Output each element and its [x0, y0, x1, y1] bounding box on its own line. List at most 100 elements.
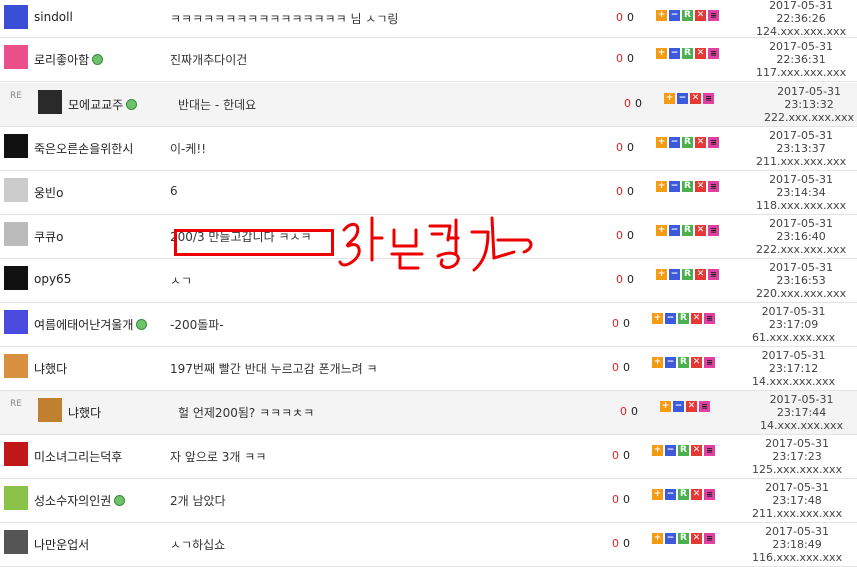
report-button[interactable]: ≡: [708, 137, 719, 148]
reply-button[interactable]: R: [678, 313, 689, 324]
reply-button[interactable]: R: [678, 489, 689, 500]
recommend-button[interactable]: +: [656, 137, 667, 148]
avatar[interactable]: [4, 310, 28, 334]
avatar[interactable]: [4, 486, 28, 510]
nickname[interactable]: opy65: [34, 272, 71, 286]
avatar[interactable]: [4, 134, 28, 158]
nickname-text[interactable]: 죽은오른손을위한시: [34, 140, 133, 157]
report-button[interactable]: ≡: [708, 48, 719, 59]
oppose-button[interactable]: −: [673, 401, 684, 412]
avatar[interactable]: [4, 5, 28, 29]
report-button[interactable]: ≡: [708, 181, 719, 192]
nickname-text[interactable]: sindoll: [34, 10, 73, 24]
oppose-button[interactable]: −: [677, 93, 688, 104]
report-button[interactable]: ≡: [704, 313, 715, 324]
recommend-button[interactable]: +: [652, 445, 663, 456]
nickname[interactable]: 성소수자의인권: [34, 492, 126, 509]
recommend-button[interactable]: +: [656, 181, 667, 192]
report-button[interactable]: ≡: [703, 93, 714, 104]
recommend-button[interactable]: +: [664, 93, 675, 104]
nickname-text[interactable]: 모에교교주: [68, 96, 123, 113]
nickname[interactable]: 죽은오른손을위한시: [34, 140, 133, 157]
recommend-button[interactable]: +: [652, 357, 663, 368]
nickname[interactable]: 미소녀그리는덕후: [34, 448, 122, 465]
reply-button[interactable]: R: [682, 181, 693, 192]
avatar[interactable]: [4, 442, 28, 466]
oppose-button[interactable]: −: [665, 445, 676, 456]
nickname[interactable]: 나만운업서: [34, 536, 89, 553]
recommend-button[interactable]: +: [656, 10, 667, 21]
avatar[interactable]: [4, 222, 28, 246]
delete-button[interactable]: ✕: [691, 357, 702, 368]
reply-button[interactable]: R: [682, 269, 693, 280]
report-button[interactable]: ≡: [704, 357, 715, 368]
nickname-text[interactable]: 성소수자의인권: [34, 492, 111, 509]
report-button[interactable]: ≡: [699, 401, 710, 412]
nickname[interactable]: 냐했다: [34, 360, 67, 377]
nickname-text[interactable]: opy65: [34, 272, 71, 286]
avatar[interactable]: [38, 398, 62, 422]
oppose-button[interactable]: −: [669, 48, 680, 59]
avatar[interactable]: [4, 266, 28, 290]
nickname-text[interactable]: 웅빈o: [34, 184, 63, 201]
delete-button[interactable]: ✕: [691, 533, 702, 544]
delete-button[interactable]: ✕: [695, 269, 706, 280]
avatar[interactable]: [4, 530, 28, 554]
avatar[interactable]: [4, 354, 28, 378]
report-button[interactable]: ≡: [704, 445, 715, 456]
oppose-button[interactable]: −: [669, 10, 680, 21]
nickname[interactable]: 냐했다: [68, 404, 101, 421]
oppose-button[interactable]: −: [669, 269, 680, 280]
nickname-text[interactable]: 미소녀그리는덕후: [34, 448, 122, 465]
delete-button[interactable]: ✕: [695, 181, 706, 192]
nickname[interactable]: 로리좋아함: [34, 51, 104, 68]
delete-button[interactable]: ✕: [695, 225, 706, 236]
recommend-button[interactable]: +: [656, 225, 667, 236]
nickname-text[interactable]: 냐했다: [68, 404, 101, 421]
reply-button[interactable]: R: [682, 48, 693, 59]
reply-button[interactable]: R: [678, 357, 689, 368]
reply-button[interactable]: R: [682, 10, 693, 21]
report-button[interactable]: ≡: [704, 489, 715, 500]
avatar[interactable]: [4, 178, 28, 202]
report-button[interactable]: ≡: [708, 10, 719, 21]
nickname[interactable]: sindoll: [34, 10, 73, 24]
delete-button[interactable]: ✕: [695, 48, 706, 59]
recommend-button[interactable]: +: [652, 489, 663, 500]
oppose-button[interactable]: −: [665, 533, 676, 544]
nickname[interactable]: 쿠큐o: [34, 228, 63, 245]
recommend-button[interactable]: +: [652, 313, 663, 324]
oppose-button[interactable]: −: [669, 137, 680, 148]
nickname-text[interactable]: 쿠큐o: [34, 228, 63, 245]
delete-button[interactable]: ✕: [686, 401, 697, 412]
reply-button[interactable]: R: [678, 533, 689, 544]
reply-button[interactable]: R: [678, 445, 689, 456]
oppose-button[interactable]: −: [665, 489, 676, 500]
nickname-text[interactable]: 냐했다: [34, 360, 67, 377]
delete-button[interactable]: ✕: [695, 137, 706, 148]
nickname-text[interactable]: 로리좋아함: [34, 51, 89, 68]
nickname[interactable]: 모에교교주: [68, 96, 138, 113]
delete-button[interactable]: ✕: [691, 313, 702, 324]
delete-button[interactable]: ✕: [690, 93, 701, 104]
oppose-button[interactable]: −: [665, 313, 676, 324]
oppose-button[interactable]: −: [669, 181, 680, 192]
recommend-button[interactable]: +: [656, 48, 667, 59]
reply-button[interactable]: R: [682, 225, 693, 236]
oppose-button[interactable]: −: [669, 225, 680, 236]
nickname-text[interactable]: 나만운업서: [34, 536, 89, 553]
avatar[interactable]: [4, 45, 28, 69]
report-button[interactable]: ≡: [708, 269, 719, 280]
report-button[interactable]: ≡: [708, 225, 719, 236]
delete-button[interactable]: ✕: [691, 489, 702, 500]
nickname-text[interactable]: 여름에태어난겨울개: [34, 316, 133, 333]
delete-button[interactable]: ✕: [695, 10, 706, 21]
delete-button[interactable]: ✕: [691, 445, 702, 456]
nickname[interactable]: 웅빈o: [34, 184, 63, 201]
oppose-button[interactable]: −: [665, 357, 676, 368]
nickname[interactable]: 여름에태어난겨울개: [34, 316, 148, 333]
recommend-button[interactable]: +: [660, 401, 671, 412]
reply-button[interactable]: R: [682, 137, 693, 148]
avatar[interactable]: [38, 90, 62, 114]
recommend-button[interactable]: +: [656, 269, 667, 280]
